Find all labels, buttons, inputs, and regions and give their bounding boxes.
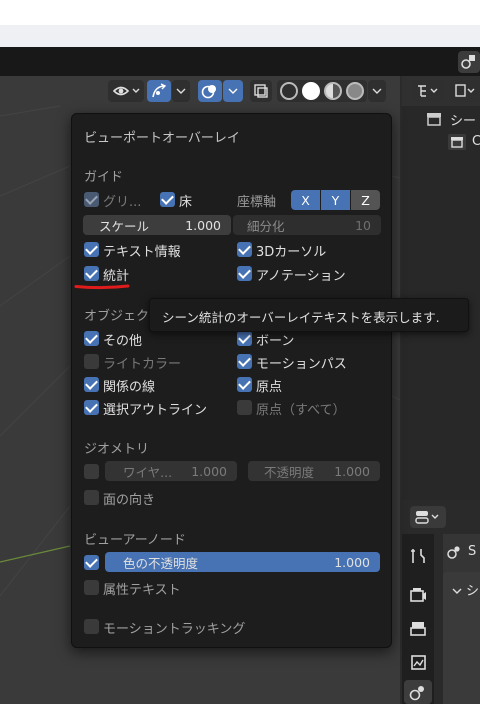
properties-panel-label[interactable]: シ bbox=[466, 580, 479, 599]
axes-label: 座標軸 bbox=[237, 195, 277, 210]
scene-collection-icon bbox=[426, 112, 442, 126]
light-colors-checkbox[interactable] bbox=[84, 354, 99, 369]
axis-y-toggle[interactable]: Y bbox=[321, 190, 350, 210]
origins-label: 原点 bbox=[256, 380, 283, 395]
text-info-label: テキスト情報 bbox=[103, 245, 181, 260]
light-colors-label: ライトカラー bbox=[103, 357, 182, 372]
visibility-icon[interactable] bbox=[108, 80, 144, 102]
color-opacity-label: 色の不透明度 bbox=[123, 555, 199, 571]
color-opacity-checkbox[interactable] bbox=[84, 555, 99, 570]
text-info-checkbox[interactable] bbox=[84, 242, 99, 257]
wireframe-checkbox[interactable] bbox=[84, 464, 99, 479]
color-opacity-field[interactable]: 色の不透明度 1.000 bbox=[105, 552, 380, 572]
rendered-shading-icon[interactable] bbox=[346, 82, 364, 100]
relationship-lines-label: 関係の線 bbox=[103, 380, 156, 395]
geometry-heading: ジオメトリ bbox=[84, 442, 150, 457]
popup-title: ビューポートオーバーレイ bbox=[84, 131, 240, 146]
red-underline-annotation bbox=[74, 284, 130, 290]
viewport-header bbox=[0, 76, 400, 108]
scale-label: スケール bbox=[99, 218, 150, 234]
wireframe-field[interactable]: ワイヤ... 1.000 bbox=[105, 461, 237, 481]
statistics-checkbox[interactable] bbox=[84, 266, 99, 281]
outline-selected-checkbox[interactable] bbox=[84, 400, 99, 415]
scale-field[interactable]: スケール 1.000 bbox=[83, 215, 231, 235]
subdivisions-label: 細分化 bbox=[247, 218, 285, 234]
output-icon[interactable] bbox=[407, 618, 429, 640]
overlay-icon[interactable] bbox=[198, 80, 222, 102]
outliner-item-collection[interactable]: C bbox=[472, 134, 480, 149]
wireframe-value: 1.000 bbox=[191, 463, 227, 479]
properties-scene-label: S bbox=[468, 544, 477, 559]
collection-icon bbox=[448, 134, 466, 150]
outliner-header bbox=[402, 76, 480, 106]
origins-all-checkbox[interactable] bbox=[237, 400, 252, 415]
attribute-text-checkbox[interactable] bbox=[84, 580, 99, 595]
motion-tracking-label: モーショントラッキング bbox=[103, 622, 246, 637]
floor-checkbox[interactable] bbox=[160, 192, 175, 207]
subdivisions-value: 10 bbox=[355, 217, 371, 233]
wireframe-shading-icon[interactable] bbox=[280, 82, 298, 100]
scene-properties-icon bbox=[446, 544, 462, 560]
solid-shading-icon[interactable] bbox=[302, 82, 320, 100]
display-mode-icon[interactable] bbox=[412, 80, 444, 102]
bones-checkbox[interactable] bbox=[237, 331, 252, 346]
wireframe-label: ワイヤ... bbox=[123, 464, 173, 480]
grid-checkbox[interactable] bbox=[84, 192, 99, 207]
motion-paths-checkbox[interactable] bbox=[237, 354, 252, 369]
extras-checkbox[interactable] bbox=[84, 331, 99, 346]
top-menubar bbox=[0, 47, 480, 76]
axis-x-toggle[interactable]: X bbox=[291, 190, 320, 210]
3d-cursor-label: 3Dカーソル bbox=[256, 245, 327, 260]
gizmo-dropdown-icon[interactable] bbox=[172, 80, 190, 102]
outliner-item-scene[interactable]: シー bbox=[450, 110, 476, 129]
motion-tracking-checkbox[interactable] bbox=[84, 619, 99, 634]
statistics-label: 統計 bbox=[103, 269, 130, 284]
floor-label: 床 bbox=[179, 195, 193, 210]
material-shading-icon[interactable] bbox=[324, 82, 342, 100]
attribute-text-label: 属性テキスト bbox=[103, 583, 181, 598]
opacity-label: 不透明度 bbox=[264, 464, 315, 480]
xray-icon[interactable] bbox=[250, 80, 272, 102]
shading-dropdown-icon[interactable] bbox=[368, 80, 386, 102]
tool-settings-icon[interactable] bbox=[407, 545, 429, 567]
chevron-down-icon[interactable] bbox=[452, 585, 462, 595]
annotations-checkbox[interactable] bbox=[237, 266, 252, 281]
statistics-tooltip: シーン統計のオーバーレイテキストを表示します. bbox=[149, 298, 469, 332]
scene-selector-icon[interactable] bbox=[458, 51, 480, 73]
origins-checkbox[interactable] bbox=[237, 377, 252, 392]
bones-label: ボーン bbox=[256, 334, 295, 349]
gizmo-icon[interactable] bbox=[147, 80, 171, 102]
filter-icon[interactable] bbox=[450, 80, 480, 102]
3d-cursor-checkbox[interactable] bbox=[237, 242, 252, 257]
top-white-bar bbox=[0, 0, 480, 25]
top-light-bar bbox=[0, 25, 480, 47]
render-icon[interactable] bbox=[407, 584, 429, 606]
face-orientation-checkbox[interactable] bbox=[84, 490, 99, 505]
axis-z-toggle[interactable]: Z bbox=[351, 190, 380, 210]
editor-type-icon[interactable] bbox=[410, 506, 446, 528]
subdivisions-field[interactable]: 細分化 10 bbox=[233, 215, 381, 235]
outliner-panel bbox=[402, 76, 480, 500]
annotations-label: アノテーション bbox=[256, 269, 346, 284]
origins-all-label: 原点（すべて） bbox=[256, 403, 346, 418]
guides-heading: ガイド bbox=[84, 170, 124, 185]
opacity-field[interactable]: 不透明度 1.000 bbox=[248, 461, 380, 481]
opacity-value: 1.000 bbox=[334, 463, 370, 479]
color-opacity-value: 1.000 bbox=[334, 554, 370, 570]
grid-label: グリ... bbox=[103, 195, 142, 210]
scale-value: 1.000 bbox=[185, 217, 221, 233]
objects-heading: オブジェク bbox=[84, 309, 150, 324]
overlay-dropdown-icon[interactable] bbox=[223, 80, 243, 102]
viewer-node-heading: ビューアーノード bbox=[84, 533, 186, 548]
relationship-lines-checkbox[interactable] bbox=[84, 377, 99, 392]
face-orientation-label: 面の向き bbox=[103, 493, 156, 508]
extras-label: その他 bbox=[103, 334, 143, 349]
view-layer-icon[interactable] bbox=[407, 651, 429, 673]
motion-paths-label: モーションパス bbox=[256, 357, 347, 372]
outline-selected-label: 選択アウトライン bbox=[103, 403, 208, 418]
shading-modes bbox=[277, 80, 367, 102]
scene-tab-icon[interactable] bbox=[404, 680, 432, 704]
